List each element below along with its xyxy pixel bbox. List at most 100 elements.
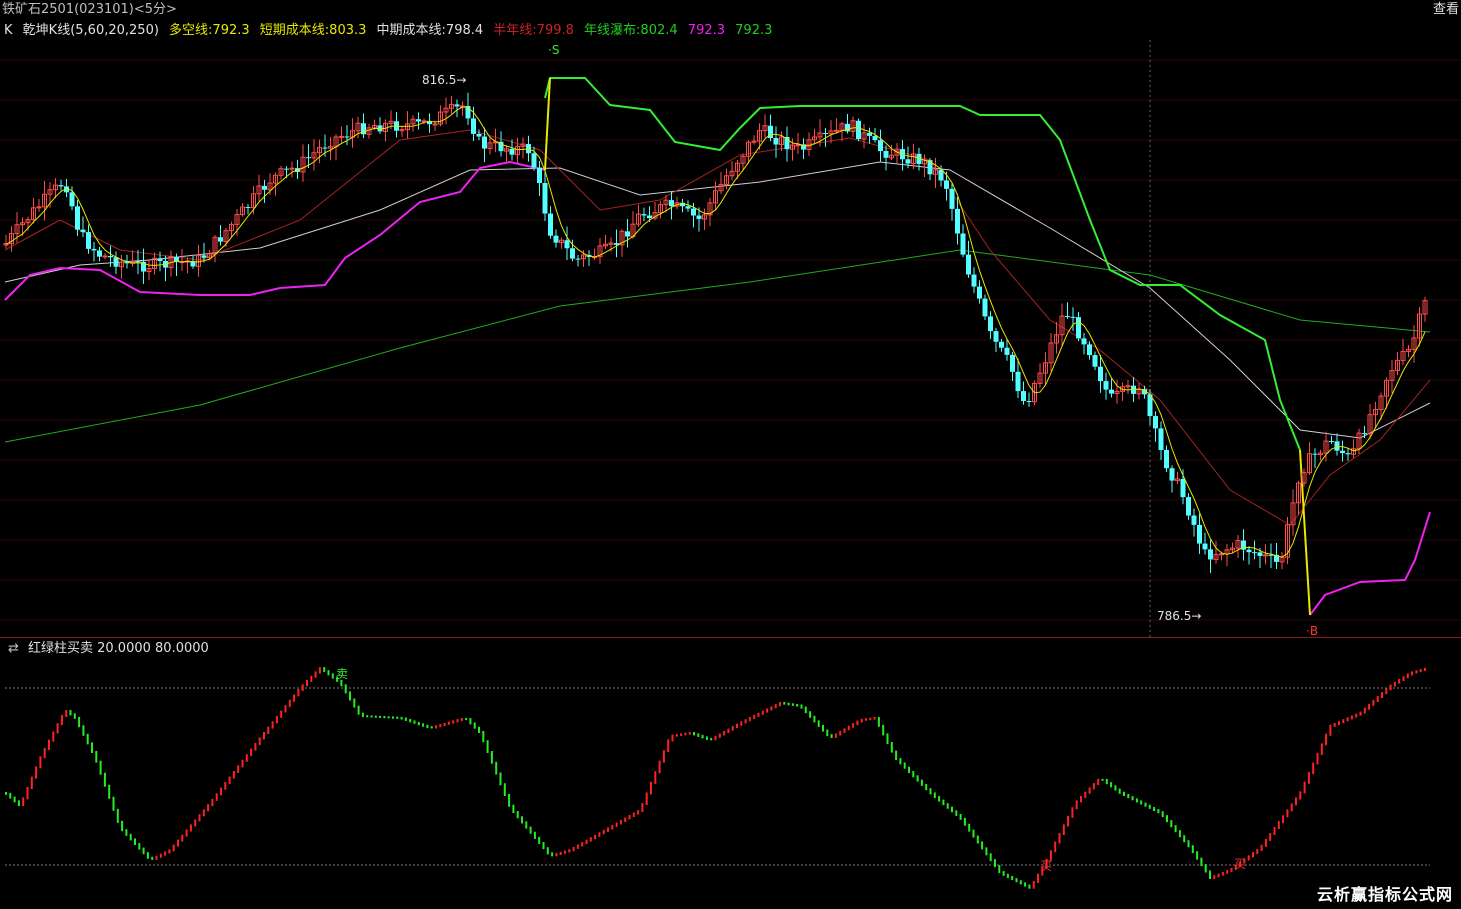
rg-bar — [13, 796, 16, 803]
rg-bar — [1424, 667, 1426, 672]
rg-bar — [151, 856, 154, 860]
rg-bar — [675, 733, 678, 737]
candle-body-down — [1109, 389, 1114, 394]
rg-bar — [396, 716, 399, 719]
rg-bar — [908, 766, 910, 773]
rg-bar — [1062, 824, 1065, 835]
rg-bar — [430, 726, 433, 729]
candle-body-down — [773, 138, 779, 145]
candle-body-down — [1312, 453, 1318, 455]
rg-bar — [361, 712, 364, 718]
rg-bar — [503, 783, 506, 796]
candle-body-down — [86, 232, 91, 249]
rg-bar — [1277, 821, 1280, 830]
rg-bar — [134, 838, 136, 845]
candle-body-down — [856, 120, 861, 140]
candle-body-down — [971, 274, 977, 287]
rg-bar — [869, 717, 872, 721]
rg-bar — [533, 831, 536, 839]
rg-bar — [796, 703, 799, 707]
rg-bar — [1312, 762, 1315, 775]
rg-bar — [508, 794, 511, 807]
candle-body-down — [344, 136, 350, 138]
candlestick-chart[interactable]: 816.5→ 786.5→ ·S ·B — [0, 20, 1461, 637]
rg-bar — [142, 847, 145, 855]
candle-body-down — [1021, 391, 1026, 402]
candle-body-down — [564, 240, 570, 249]
rg-bar — [1363, 707, 1366, 714]
candle-body-down — [823, 133, 828, 135]
rg-bar — [723, 731, 726, 736]
rg-bar — [52, 731, 55, 742]
rg-bar — [108, 784, 111, 799]
rg-bar — [611, 824, 614, 830]
rg-bar — [1419, 669, 1422, 673]
sell-signal-label: ·S — [548, 43, 559, 57]
rg-bar — [155, 855, 158, 860]
rg-bar — [1381, 692, 1383, 699]
candle-body-down — [1197, 524, 1202, 544]
rg-bar — [1213, 875, 1216, 879]
rg-bar — [43, 747, 46, 759]
rg-bar — [529, 826, 532, 834]
rg-bar — [813, 715, 816, 723]
candle-body-down — [108, 255, 113, 258]
rg-bar — [327, 670, 330, 676]
rg-bar — [1088, 787, 1091, 794]
rg-bar — [1286, 809, 1289, 818]
rg-bar — [1015, 878, 1018, 883]
rg-bar — [619, 819, 622, 825]
view-button[interactable]: 查看 — [1433, 0, 1459, 20]
rg-bar — [1282, 815, 1285, 824]
rg-bar — [194, 819, 197, 827]
rg-bar — [1402, 676, 1405, 682]
rg-bar — [1307, 772, 1310, 784]
rg-bar — [1183, 835, 1186, 843]
rg-bar — [662, 750, 665, 763]
rg-bar — [426, 724, 429, 729]
rg-bar — [1148, 804, 1151, 809]
rg-bar — [9, 792, 12, 799]
sub-buy-label: 买 — [1234, 857, 1246, 871]
rg-bar — [890, 742, 893, 753]
rg-bar — [1273, 827, 1276, 835]
candle-body-down — [80, 229, 86, 233]
rg-bar — [138, 843, 141, 850]
rg-bar — [181, 834, 184, 842]
candle-body-down — [58, 185, 64, 187]
rg-bar — [1191, 845, 1194, 854]
candle-body-down — [97, 250, 102, 257]
rg-bar — [822, 724, 824, 732]
rg-bar — [804, 706, 807, 714]
rg-bar — [1024, 882, 1027, 887]
rg-bar — [495, 761, 498, 775]
rg-bar — [731, 726, 734, 731]
rg-bar — [1144, 802, 1147, 807]
candle-body-down — [75, 206, 80, 230]
candle-body-down — [1103, 381, 1109, 390]
rg-bar — [370, 715, 373, 718]
red-green-bar-chart[interactable]: 卖买 买 — [0, 638, 1461, 909]
rg-bar — [146, 852, 149, 859]
candle-body-down — [647, 215, 652, 219]
rg-bar — [568, 849, 571, 853]
candle-body-down — [509, 148, 515, 155]
rg-bar — [1037, 873, 1039, 883]
rg-bar — [602, 829, 605, 835]
candle-body-down — [416, 119, 421, 122]
rg-bar — [1110, 782, 1113, 788]
rg-bar — [680, 733, 683, 736]
rg-bar — [258, 737, 261, 745]
rg-bar — [1153, 806, 1156, 812]
rg-bar — [35, 766, 38, 779]
rg-bar — [323, 667, 326, 673]
rg-bar — [1054, 841, 1057, 853]
rg-bar — [473, 722, 476, 729]
rg-bar — [48, 739, 50, 750]
rg-bar — [490, 751, 493, 764]
rg-bar — [250, 748, 253, 757]
rg-bar — [1080, 796, 1082, 803]
rg-bar — [78, 716, 81, 728]
rg-bar — [91, 742, 93, 753]
candle-body-down — [1098, 366, 1103, 382]
